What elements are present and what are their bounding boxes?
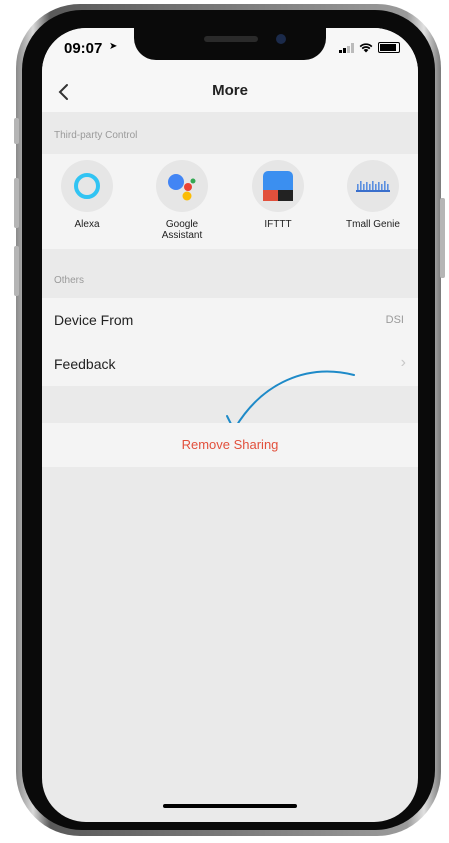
device-from-label: Device From <box>54 312 134 328</box>
section-header-others: Others <box>42 249 418 298</box>
power-button <box>440 198 445 278</box>
alexa-icon <box>61 160 113 212</box>
section-header-label: Others <box>54 275 85 286</box>
remove-sharing-button[interactable]: Remove Sharing <box>42 423 418 467</box>
device-from-value: DSI <box>385 314 404 326</box>
third-party-label: Google Assistant <box>161 219 203 241</box>
home-indicator[interactable] <box>163 804 297 808</box>
location-arrow-icon: ➤ <box>109 41 118 52</box>
third-party-item-google-assistant[interactable]: Google Assistant <box>142 154 222 241</box>
status-time: 09:07 <box>64 40 103 57</box>
notch <box>134 28 326 60</box>
ifttt-icon <box>252 160 304 212</box>
battery-icon <box>378 42 400 53</box>
tmall-genie-icon <box>347 160 399 212</box>
signal-icon <box>339 42 354 53</box>
third-party-label: Tmall Genie <box>346 219 400 230</box>
volume-down-button <box>14 246 19 296</box>
google-assistant-icon <box>156 160 208 212</box>
volume-up-button <box>14 178 19 228</box>
remove-sharing-label: Remove Sharing <box>181 437 279 452</box>
device-from-row[interactable]: Device From DSI <box>42 298 418 342</box>
third-party-control-list: Alexa Google Assistant IFTTT Tmall Genie <box>42 154 418 249</box>
navigation-bar: More <box>42 72 418 112</box>
section-header-label: Third-party Control <box>54 130 138 141</box>
third-party-label: IFTTT <box>264 219 292 230</box>
third-party-item-alexa[interactable]: Alexa <box>47 154 127 230</box>
third-party-item-ifttt[interactable]: IFTTT <box>238 154 318 230</box>
earpiece-speaker <box>204 36 258 42</box>
page-title: More <box>212 82 248 99</box>
mute-switch <box>14 118 19 144</box>
third-party-label: Alexa <box>74 219 100 230</box>
front-camera <box>276 34 286 44</box>
wifi-icon <box>359 42 373 52</box>
third-party-item-tmall-genie[interactable]: Tmall Genie <box>333 154 413 230</box>
app-screen: 09:07 ➤ More Third-party Control Alexa G… <box>42 28 418 822</box>
section-header-third-party: Third-party Control <box>42 112 418 154</box>
